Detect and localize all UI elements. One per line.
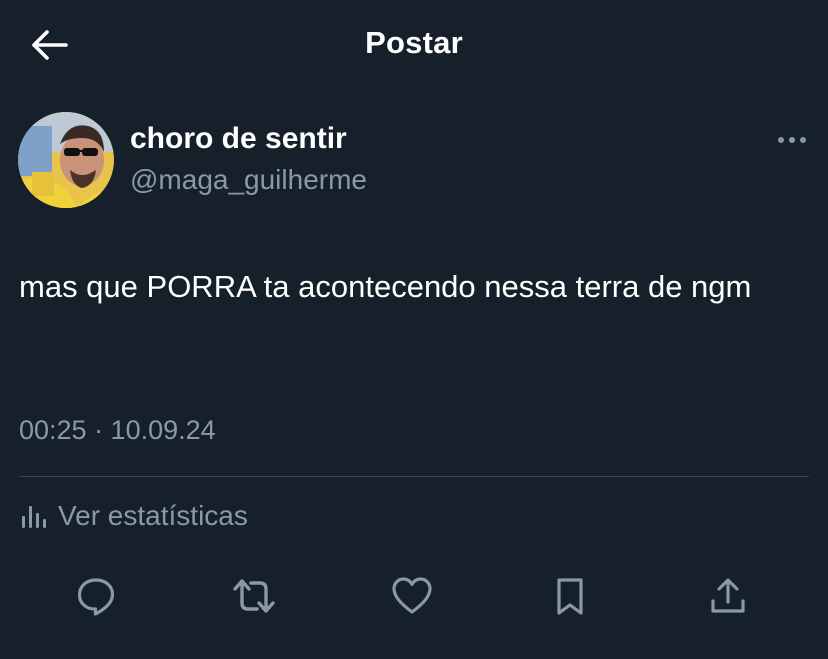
more-horizontal-icon (778, 137, 806, 143)
bookmark-icon (557, 578, 583, 615)
more-options-button[interactable] (772, 126, 812, 154)
avatar[interactable] (18, 112, 114, 208)
reply-button[interactable] (72, 572, 120, 620)
share-icon (711, 578, 745, 613)
tweet-text: mas que PORRA ta acontecendo nessa terra… (19, 269, 752, 304)
divider (19, 476, 809, 477)
header-bar: Postar (0, 0, 828, 88)
bookmark-button[interactable] (546, 572, 594, 620)
repost-button[interactable] (230, 572, 278, 620)
view-statistics-link[interactable]: Ver estatísticas (20, 500, 248, 532)
author-display-name[interactable]: choro de sentir (130, 122, 347, 156)
share-button[interactable] (704, 572, 752, 620)
retweet-icon (233, 579, 275, 613)
tweet-timestamp[interactable]: 00:25 · 10.09.24 (19, 415, 216, 446)
avatar-image (18, 112, 114, 208)
view-statistics-label: Ver estatísticas (58, 500, 248, 531)
page-title: Postar (365, 25, 463, 60)
heart-icon (392, 577, 432, 614)
bar-chart-icon (22, 506, 46, 528)
like-button[interactable] (388, 572, 436, 620)
author-handle[interactable]: @maga_guilherme (130, 164, 367, 196)
tweet-detail-page: Postar choro de sentir @maga_guilherme m… (0, 0, 828, 659)
speech-bubble-icon (77, 578, 115, 616)
